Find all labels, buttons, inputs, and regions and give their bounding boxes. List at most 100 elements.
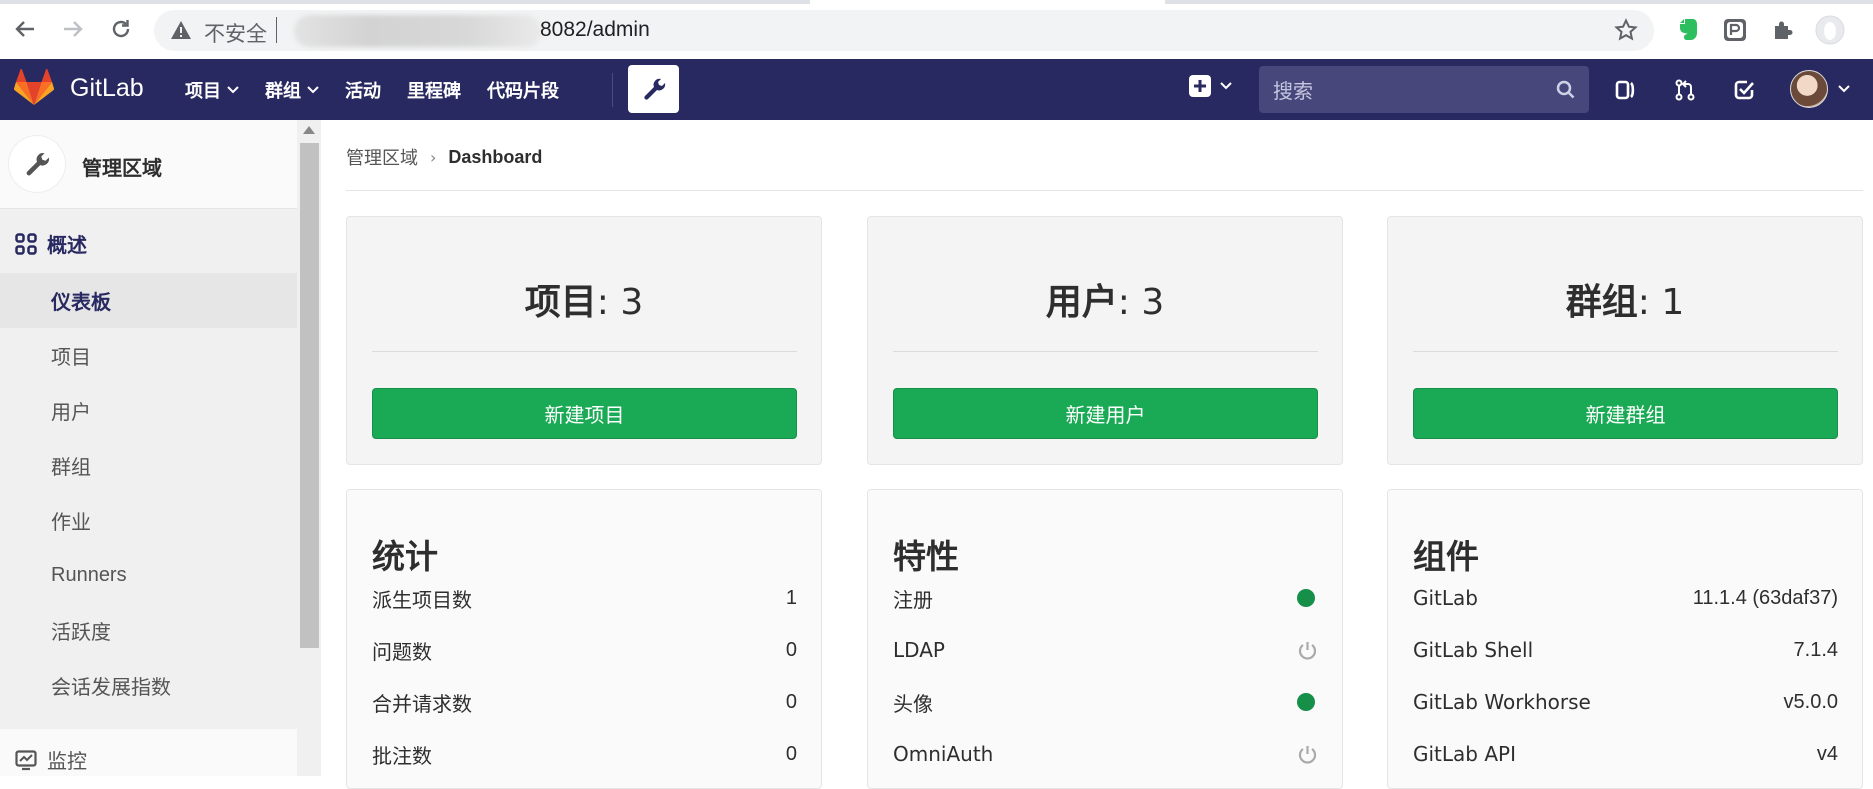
overview-grid-icon (15, 232, 37, 255)
feature-row-avatar: 头像 (893, 687, 1318, 717)
nav-snippets[interactable]: 代码片段 (487, 77, 559, 103)
stat-row-notes: 批注数 0 (372, 739, 797, 769)
users-count-label: 用户 (1045, 282, 1118, 323)
search-input[interactable] (1259, 66, 1565, 115)
components-title: 组件 (1413, 537, 1479, 576)
nav-milestones-label: 里程碑 (407, 80, 461, 102)
bookmark-star-icon[interactable] (1614, 18, 1638, 42)
component-row-workhorse: GitLab Workhorse v5.0.0 (1413, 687, 1838, 717)
brand-home-link[interactable]: GitLab (14, 69, 144, 107)
evernote-extension[interactable] (1672, 15, 1702, 45)
users-count: 用户: 3 (868, 273, 1342, 325)
admin-avatar (9, 136, 65, 192)
features-title: 特性 (893, 537, 959, 576)
sidebar-item-groups[interactable]: 群组 (0, 438, 297, 493)
breadcrumb-separator-icon: › (430, 147, 437, 167)
sidebar-scroll-thumb[interactable] (300, 143, 319, 648)
sidebar-item-overview[interactable]: 概述 (15, 229, 87, 258)
component-row-label: GitLab API (1413, 742, 1516, 766)
feature-row-label: LDAP (893, 638, 945, 662)
new-user-button[interactable]: 新建用户 (893, 388, 1318, 439)
stat-row-value: 1 (785, 586, 797, 609)
sidebar-item-dashboard[interactable]: 仪表板 (0, 273, 297, 328)
new-group-button[interactable]: 新建群组 (1413, 388, 1838, 439)
sidebar-item-monitoring-label: 监控 (47, 749, 87, 773)
header-divider (612, 73, 613, 107)
stat-row-label: 派生项目数 (372, 587, 472, 612)
component-row-label: GitLab (1413, 586, 1478, 610)
users-stat-card: 用户: 3 新建用户 (867, 216, 1343, 465)
extensions-button[interactable] (1768, 15, 1798, 45)
p-badge-icon (1724, 19, 1746, 41)
card-divider (372, 351, 797, 352)
insecure-label: 不安全 (204, 23, 267, 46)
sidebar-item-overview-label: 概述 (47, 233, 87, 257)
components-card: 组件 GitLab 11.1.4 (63daf37) GitLab Shell 7.… (1387, 489, 1863, 789)
address-bar[interactable]: 不安全 8082/admin (154, 10, 1654, 51)
admin-area-button[interactable] (628, 65, 679, 113)
stat-row-merge-requests: 合并请求数 0 (372, 687, 797, 717)
gitlab-header: GitLab 项目 群组 活动 里程碑 代码片段 (0, 59, 1873, 120)
reload-button[interactable] (104, 12, 138, 46)
todo-check-icon (1734, 80, 1754, 100)
sidebar-item-runners[interactable]: Runners (0, 548, 297, 603)
sidebar-item-monitoring[interactable]: 监控 (15, 745, 87, 774)
active-tab-edge (810, 0, 1165, 4)
stat-row-label: 问题数 (372, 639, 432, 664)
parsec-extension[interactable] (1720, 15, 1750, 45)
user-menu-button[interactable] (1790, 70, 1850, 108)
profile-button[interactable] (1815, 15, 1845, 45)
url-text: 8082/admin (540, 18, 650, 41)
card-divider (893, 351, 1318, 352)
puzzle-icon (1775, 21, 1793, 39)
evernote-elephant-icon (1680, 19, 1697, 40)
stat-row-value: 0 (785, 742, 797, 765)
sidebar-item-activity[interactable]: 活跃度 (0, 603, 297, 658)
breadcrumb-admin-link[interactable]: 管理区域 (346, 144, 418, 170)
sidebar-context-header[interactable]: 管理区域 (0, 120, 297, 209)
nav-milestones[interactable]: 里程碑 (407, 77, 461, 103)
stat-row-value: 0 (785, 690, 797, 713)
issues-button[interactable] (1610, 74, 1642, 106)
groups-count: 群组: 1 (1388, 273, 1862, 325)
top-nav: 项目 群组 活动 里程碑 代码片段 (185, 59, 585, 120)
nav-projects[interactable]: 项目 (185, 77, 239, 103)
scroll-up-arrow-icon[interactable] (303, 126, 315, 134)
statistics-card: 统计 派生项目数 1 问题数 0 合并请求数 0 批注数 0 (346, 489, 822, 789)
new-menu-button[interactable] (1188, 74, 1232, 98)
sidebar-item-users[interactable]: 用户 (0, 383, 297, 438)
todos-button[interactable] (1728, 74, 1760, 106)
breadcrumb-divider (346, 190, 1863, 191)
warning-icon (171, 21, 191, 39)
brand-title: GitLab (70, 73, 144, 102)
statistics-title: 统计 (372, 537, 438, 576)
users-count-value: : 3 (1117, 282, 1165, 323)
plus-square-icon (1189, 75, 1211, 97)
issues-icon (1615, 80, 1635, 100)
stat-row-label: 批注数 (372, 743, 432, 768)
sidebar-item-projects[interactable]: 项目 (0, 328, 297, 383)
merge-request-icon (1675, 79, 1695, 101)
component-row-version: v5.0.0 (1783, 690, 1838, 713)
sidebar-item-jobs[interactable]: 作业 (0, 493, 297, 548)
back-button[interactable] (8, 12, 42, 46)
component-row-label: GitLab Shell (1413, 638, 1534, 662)
features-card: 特性 注册 LDAP 头像 OmniAuth (867, 489, 1343, 789)
monitor-icon (15, 749, 37, 770)
new-project-button[interactable]: 新建项目 (372, 388, 797, 439)
breadcrumb: 管理区域 › Dashboard (346, 144, 542, 170)
wrench-icon (643, 78, 665, 100)
forward-button[interactable] (56, 12, 90, 46)
nav-activity[interactable]: 活动 (345, 77, 381, 103)
groups-count-label: 群组 (1565, 282, 1638, 323)
chevron-down-icon (1838, 85, 1850, 93)
sidebar-item-convdev[interactable]: 会话发展指数 (0, 658, 297, 713)
wrench-icon (26, 153, 50, 176)
chevron-down-icon (1220, 82, 1232, 90)
nav-groups[interactable]: 群组 (265, 77, 319, 103)
nav-activity-label: 活动 (345, 80, 381, 102)
search-icon (1556, 80, 1575, 99)
merge-requests-button[interactable] (1669, 74, 1701, 106)
component-row-shell: GitLab Shell 7.1.4 (1413, 635, 1838, 665)
component-row-version: v4 (1816, 742, 1838, 765)
